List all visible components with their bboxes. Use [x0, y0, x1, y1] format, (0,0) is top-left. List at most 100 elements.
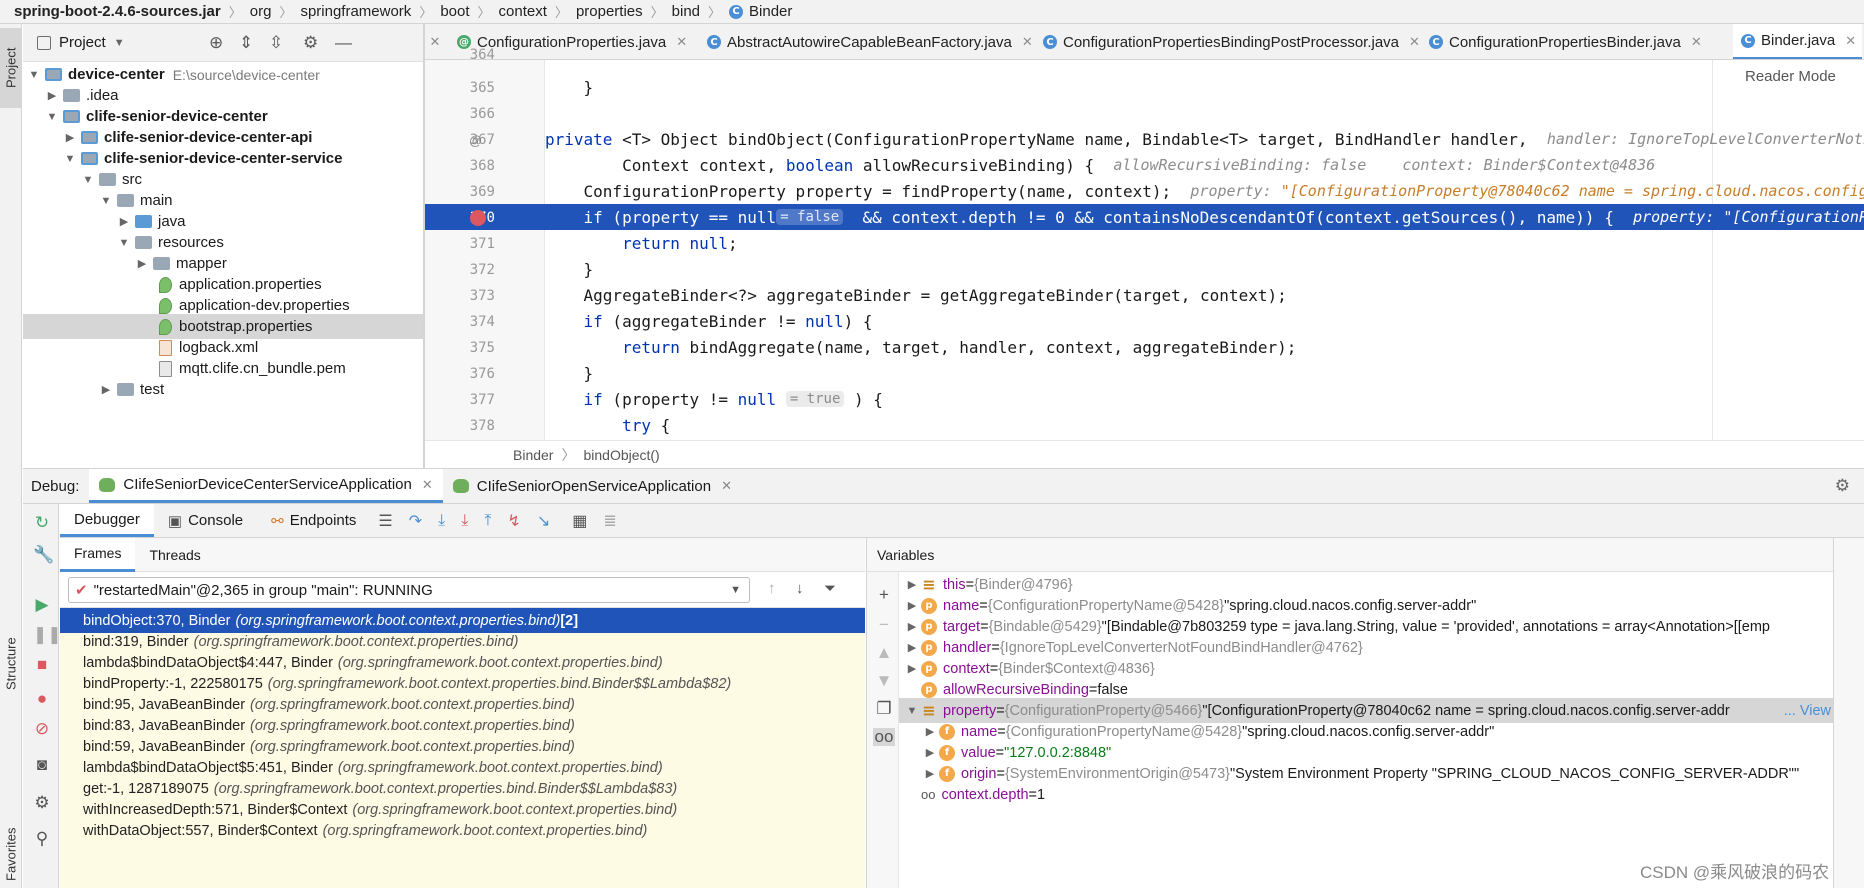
breadcrumb-bind[interactable]: bind	[672, 3, 700, 20]
chevron-right-icon[interactable]: ▶	[921, 725, 939, 738]
remove-watch-icon[interactable]: −	[875, 616, 893, 634]
gear-icon[interactable]: ⚙	[303, 33, 318, 53]
breadcrumb-boot[interactable]: boot	[440, 3, 469, 20]
right-collapsed-panel[interactable]	[1833, 538, 1864, 888]
chevron-down-icon[interactable]: ▼	[99, 195, 113, 207]
line-number: 365	[469, 80, 495, 96]
chevron-down-icon[interactable]: ▼	[45, 111, 59, 123]
resume-icon[interactable]: ▶	[33, 596, 51, 614]
view-link[interactable]: ... View	[1784, 703, 1831, 719]
close-icon[interactable]: ✕	[422, 477, 433, 493]
stop-icon[interactable]: ■	[33, 656, 51, 674]
step-into-icon[interactable]: ⤓	[438, 512, 445, 530]
gear-icon[interactable]: ⚙	[1835, 476, 1850, 496]
drop-frame-icon[interactable]: ↯	[507, 511, 520, 531]
breadcrumb-method[interactable]: bindObject()	[583, 447, 659, 463]
close-icon[interactable]: ✕	[1409, 34, 1420, 50]
chevron-right-icon: 〉	[279, 5, 293, 20]
chevron-down-icon[interactable]: ▼	[27, 69, 41, 81]
gear-icon[interactable]: ⚙	[33, 794, 51, 812]
breadcrumb-jar[interactable]: spring-boot-2.4.6-sources.jar	[14, 3, 221, 20]
debug-session-tab[interactable]: CIifeSeniorDeviceCenterServiceApplicatio…	[89, 469, 443, 503]
move-down-icon[interactable]: ▼	[875, 672, 893, 690]
filter-icon[interactable]: ⏷	[824, 580, 836, 597]
variable-row[interactable]: oo context.depth = 1	[899, 782, 1833, 807]
tab-properties-binder[interactable]: C ConfigurationPropertiesBinder.java ✕	[1429, 24, 1702, 59]
tab-abstract-autowire[interactable]: C AbstractAutowireCapableBeanFactory.java…	[707, 24, 1033, 59]
breadcrumb-context[interactable]: context	[499, 3, 547, 20]
chevron-right-icon[interactable]: ▶	[45, 89, 59, 102]
chevron-right-icon[interactable]: ▶	[117, 215, 131, 228]
breadcrumb-class[interactable]: Binder	[513, 447, 553, 463]
step-out-icon[interactable]: ⤒	[484, 512, 491, 530]
chevron-right-icon[interactable]: ▶	[63, 131, 77, 144]
chevron-right-icon[interactable]: ▶	[921, 767, 939, 780]
step-over-icon[interactable]: ↷	[409, 511, 422, 531]
chevron-right-icon[interactable]: ▶	[135, 257, 149, 270]
chevron-right-icon[interactable]: ▶	[903, 599, 921, 612]
mute-breakpoints-icon[interactable]: ⊘	[33, 720, 51, 738]
structure-tool-tab[interactable]: Structure	[0, 614, 22, 714]
chevron-right-icon[interactable]: ▶	[903, 662, 921, 675]
chevron-down-icon[interactable]: ▼	[81, 174, 95, 186]
copy-icon[interactable]: ❐	[875, 700, 893, 718]
tab-binding-post-processor[interactable]: C ConfigurationPropertiesBindingPostProce…	[1043, 24, 1420, 59]
locate-icon[interactable]: ⊕	[209, 33, 223, 53]
view-breakpoints-icon[interactable]: ●	[33, 690, 51, 708]
tab-debugger[interactable]: Debugger	[60, 504, 154, 537]
tab-endpoints[interactable]: ⚯ Endpoints	[257, 504, 370, 537]
chevron-down-icon[interactable]: ▼	[63, 153, 77, 165]
camera-icon[interactable]: ◙	[33, 756, 51, 774]
move-up-icon[interactable]: ▲	[875, 644, 893, 662]
chevron-down-icon[interactable]: ▼	[730, 584, 741, 596]
pin-icon[interactable]: ⚲	[33, 830, 51, 848]
breadcrumb-org[interactable]: org	[250, 3, 272, 20]
chevron-right-icon[interactable]: ▶	[903, 578, 921, 591]
override-icon[interactable]: @	[469, 133, 482, 148]
pause-icon[interactable]: ❚❚	[33, 626, 62, 644]
breadcrumb-binder[interactable]: Binder	[749, 3, 792, 20]
close-icon[interactable]: ✕	[721, 478, 732, 494]
tab-frames[interactable]: Frames	[60, 537, 136, 572]
breadcrumb-springframework[interactable]: springframework	[300, 3, 411, 20]
chevron-right-icon[interactable]: ▶	[903, 620, 921, 633]
close-icon[interactable]: ✕	[1691, 34, 1702, 50]
favorites-tool-tab[interactable]: Favorites	[0, 814, 22, 894]
tab-console[interactable]: ▣ Console	[154, 504, 257, 537]
add-watch-icon[interactable]: +	[875, 586, 893, 604]
hide-icon[interactable]: —	[335, 33, 352, 53]
breadcrumb-properties[interactable]: properties	[576, 3, 643, 20]
project-panel-header: Project ▼ ⊕ ⇕ ⇳ ⚙ —	[23, 24, 423, 62]
tab-threads[interactable]: Threads	[135, 538, 214, 572]
chevron-down-icon[interactable]: ▼	[117, 237, 131, 249]
chevron-down-icon[interactable]: ▼	[114, 37, 125, 49]
close-icon[interactable]: ✕	[1022, 34, 1033, 50]
chevron-right-icon[interactable]: ▶	[903, 641, 921, 654]
breakpoint-icon[interactable]	[470, 210, 486, 226]
tree-item-label: resources	[158, 234, 224, 251]
tree-item[interactable]: ▶ test	[23, 377, 423, 402]
close-icon[interactable]: ✕	[1845, 33, 1856, 49]
project-panel-title[interactable]: Project	[59, 34, 106, 51]
menu-icon[interactable]: ☰	[378, 511, 392, 531]
force-step-into-icon[interactable]: ⤓	[461, 512, 468, 530]
thread-dropdown[interactable]: ✔ "restartedMain"@2,365 in group "main":…	[68, 577, 750, 603]
run-to-cursor-icon[interactable]: ↘	[537, 511, 550, 531]
chevron-down-icon[interactable]: ▼	[903, 705, 921, 717]
expand-all-icon[interactable]: ⇕	[239, 33, 253, 53]
debug-session-tab[interactable]: CIifeSeniorOpenServiceApplication ✕	[443, 469, 742, 503]
chevron-right-icon[interactable]: ▶	[99, 383, 113, 396]
frame-row[interactable]: withDataObject:557, Binder$Context (org.s…	[60, 818, 865, 843]
chevron-right-icon[interactable]: ▶	[921, 746, 939, 759]
trace-stream-icon[interactable]: ≣	[603, 511, 616, 531]
glasses-icon[interactable]: oo	[873, 728, 895, 746]
arrow-up-icon[interactable]: ↑	[768, 580, 776, 597]
project-tool-tab[interactable]: Project	[0, 28, 22, 108]
wrench-icon[interactable]: 🔧	[33, 546, 54, 564]
close-icon[interactable]: ✕	[676, 34, 687, 50]
evaluate-expression-icon[interactable]: ▦	[572, 511, 587, 531]
arrow-down-icon[interactable]: ↓	[796, 580, 804, 597]
tab-binder[interactable]: C Binder.java ✕	[1733, 24, 1863, 59]
rerun-icon[interactable]: ↻	[33, 514, 51, 532]
collapse-all-icon[interactable]: ⇳	[269, 33, 283, 53]
